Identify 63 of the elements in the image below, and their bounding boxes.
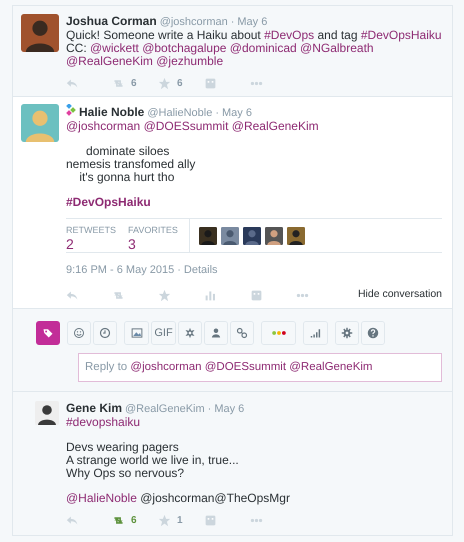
media-icon — [204, 76, 217, 90]
separator-dot: · — [230, 15, 234, 29]
reply-icon — [66, 288, 79, 302]
tweet-action-button[interactable]: 6 — [112, 512, 158, 528]
smiley-icon — [73, 327, 85, 339]
tweet-timestamp: 9:16 PM - 6 May 2015 — [66, 264, 174, 277]
star-icon — [158, 288, 171, 302]
mention-link[interactable]: @joshcorman — [66, 119, 140, 133]
hashtag-link[interactable]: #DevOpsHaiku — [360, 28, 442, 42]
favoriter-avatar[interactable] — [265, 226, 283, 244]
separator-dot: · — [208, 402, 212, 416]
stat-label: RETWEETS — [66, 224, 118, 236]
mention-link[interactable]: @RealGeneKim — [232, 119, 319, 133]
media-icon — [204, 514, 217, 526]
author-name[interactable]: Halie Noble — [79, 105, 144, 119]
mention-link[interactable]: @wickett — [90, 41, 139, 55]
settings-icon — [341, 327, 353, 339]
avatar — [35, 401, 59, 425]
mention-link[interactable]: @botchagalupe — [142, 41, 226, 55]
hide-conversation-link[interactable]: Hide conversation — [358, 287, 442, 303]
tweet-text: Quick! Someone write a Haiku about #DevOps and tag #DevOpsHaiku CC: @wickett @botchagalupe @dominicad @NGalbreath @RealGeneKim @jezhumble — [66, 29, 442, 68]
favoriter-avatar[interactable] — [199, 226, 217, 244]
separator-dot: · — [215, 106, 220, 120]
signal-icon — [310, 327, 322, 339]
mention-link[interactable]: @dominicad — [230, 41, 297, 55]
clock-icon — [99, 327, 111, 339]
mention-link[interactable]: @RealGeneKim — [66, 54, 153, 68]
toolbar-button[interactable]: GIF — [151, 321, 176, 345]
stat-label: FAVORITES — [128, 224, 179, 236]
toolbar-button[interactable] — [36, 321, 60, 345]
tweet-text: dominate siloes nemesis transfomed ally it's gonna hurt tho — [66, 145, 196, 184]
reply-field[interactable]: Reply to @joshcorman @DOESsummit @RealGeneKim — [78, 353, 442, 382]
favoriter-avatar[interactable] — [243, 226, 261, 244]
mention-link[interactable]: @DOESsummit — [144, 119, 228, 133]
star-icon — [158, 76, 171, 90]
hashtag-link[interactable]: #DevOpsHaiku — [66, 195, 151, 209]
reply-icon — [66, 76, 79, 90]
avatar — [21, 14, 59, 52]
author-name[interactable]: Joshua Corman — [66, 14, 157, 28]
help-icon — [367, 327, 379, 339]
separator-dot: · — [177, 264, 181, 277]
bar-chart-icon — [204, 288, 217, 302]
media-icon — [250, 288, 263, 302]
badge-icon — [184, 327, 196, 339]
link-icon — [236, 327, 248, 339]
stat-count[interactable]: 2 — [66, 236, 120, 252]
author-name[interactable]: Gene Kim — [66, 401, 122, 415]
avatar — [21, 104, 59, 142]
stat-count[interactable]: 3 — [128, 236, 182, 252]
person-icon — [210, 327, 222, 339]
mention-link[interactable]: @jezhumble — [156, 54, 224, 68]
mention-link[interactable]: @NGalbreath — [300, 41, 374, 55]
tweet-text: Devs wearing pagers A strange world we live in, true... Why Ops so nervous? — [66, 441, 240, 480]
hashtag-link[interactable]: #DevOps — [264, 28, 314, 42]
image-icon — [130, 327, 142, 339]
hashtag-link[interactable]: #devopshaiku — [66, 415, 140, 429]
favoriter-avatar[interactable] — [221, 226, 239, 244]
favoriter-avatar[interactable] — [287, 226, 305, 244]
mention-link[interactable]: @HalieNoble — [66, 491, 137, 505]
tag-icon — [42, 327, 54, 339]
reply-icon — [66, 514, 79, 526]
tweet-text: @HalieNoble @joshcorman@TheOpsMgr — [66, 492, 291, 505]
star-icon — [158, 514, 171, 526]
